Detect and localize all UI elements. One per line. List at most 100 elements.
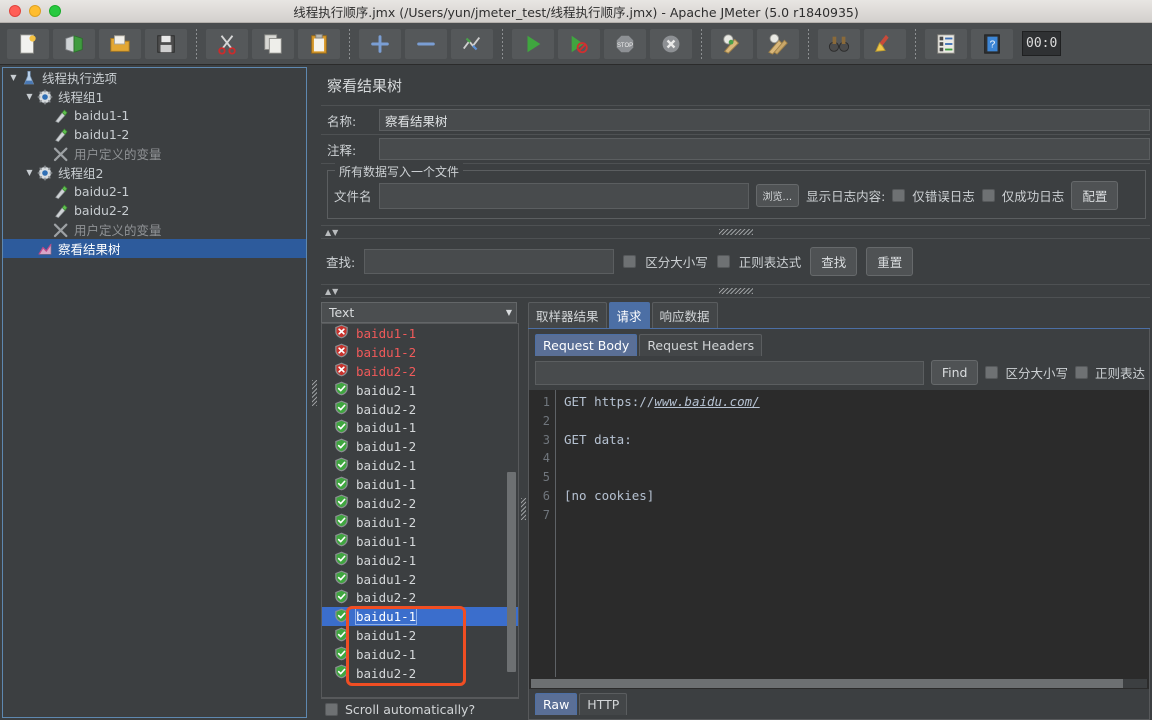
results-splitter[interactable] (519, 298, 528, 720)
save-disk-icon[interactable] (144, 27, 188, 60)
scroll-automatically-row[interactable]: Scroll automatically? (321, 698, 519, 720)
clear-broom-icon[interactable] (710, 27, 754, 60)
result-item-12[interactable]: baidu2-1 (322, 551, 518, 570)
raw-tab-0[interactable]: Raw (535, 693, 578, 715)
result-detail-tabs[interactable]: 取样器结果 请求 响应数据 (528, 298, 1150, 329)
result-item-7[interactable]: baidu2-1 (322, 456, 518, 475)
errors-only-checkbox[interactable] (892, 189, 906, 202)
play-no-pause-icon[interactable] (557, 27, 601, 60)
play-green-icon[interactable] (511, 27, 555, 60)
search-case-sensitive-checkbox[interactable] (623, 255, 637, 268)
binoculars-icon[interactable] (817, 27, 861, 60)
search-find-button[interactable]: 查找 (810, 247, 858, 276)
result-item-16[interactable]: baidu1-2 (322, 626, 518, 645)
result-tab-1[interactable]: 请求 (608, 302, 650, 328)
result-item-0[interactable]: baidu1-1 (322, 324, 518, 343)
editor-horizontal-scrollbar[interactable] (529, 677, 1149, 689)
templates-icon[interactable] (52, 27, 96, 60)
chevron-down-icon[interactable]: ▼ (506, 308, 512, 317)
result-item-14[interactable]: baidu2-2 (322, 588, 518, 607)
stop-sign-icon[interactable]: STOP (603, 27, 647, 60)
collapse-strip-lower[interactable]: ▲▼ (321, 284, 1150, 298)
result-item-8[interactable]: baidu1-1 (322, 475, 518, 494)
tree-splitter[interactable] (307, 65, 321, 720)
main-toolbar[interactable]: STOP ? 00:0 (0, 23, 1152, 65)
success-only-checkbox[interactable] (981, 189, 995, 202)
window-controls[interactable] (0, 5, 61, 17)
result-item-18[interactable]: baidu2-2 (322, 664, 518, 683)
results-list-scrollbar[interactable] (507, 472, 516, 672)
tree-item-1[interactable]: ▼ 线程组1 (3, 87, 306, 106)
tree-item-4[interactable]: 用户定义的变量 (3, 144, 306, 163)
search-input[interactable] (364, 249, 615, 274)
scroll-automatically-checkbox[interactable] (325, 703, 338, 716)
minimize-window-button[interactable] (29, 5, 41, 17)
result-item-2[interactable]: baidu2-2 (322, 362, 518, 381)
result-item-15[interactable]: baidu1-1 (322, 607, 518, 627)
clipboard-icon[interactable] (297, 27, 341, 60)
new-file-icon[interactable] (6, 27, 50, 60)
result-item-6[interactable]: baidu1-2 (322, 437, 518, 456)
editor-regex-checkbox[interactable] (1074, 366, 1088, 379)
shutdown-x-icon[interactable] (649, 27, 693, 60)
result-tab-2[interactable]: 响应数据 (651, 302, 718, 328)
result-tab-0[interactable]: 取样器结果 (528, 302, 607, 328)
result-item-11[interactable]: baidu1-1 (322, 532, 518, 551)
toggle-pencil-icon[interactable] (450, 27, 494, 60)
tree-twisty-icon[interactable]: ▼ (7, 73, 20, 82)
function-list-icon[interactable] (924, 27, 968, 60)
collapse-arrows-icon[interactable]: ▲▼ (321, 228, 339, 237)
request-code-editor[interactable]: 1 2 3 4 5 6 7 GET https://www.baidu.com/ GET d… (529, 390, 1149, 677)
editor-find-input[interactable] (535, 360, 924, 385)
tree-twisty-icon[interactable]: ▼ (23, 92, 36, 101)
result-item-10[interactable]: baidu1-2 (322, 513, 518, 532)
raw-http-tabs[interactable]: Raw HTTP (529, 689, 1149, 719)
result-item-1[interactable]: baidu1-2 (322, 343, 518, 362)
plus-icon[interactable] (358, 27, 402, 60)
request-sub-tabs[interactable]: Request Body Request Headers (529, 329, 1149, 356)
tree-item-5[interactable]: ▼ 线程组2 (3, 163, 306, 182)
editor-case-sensitive-checkbox[interactable] (985, 366, 999, 379)
url-link[interactable]: www.baidu.com/ (654, 394, 759, 409)
result-item-5[interactable]: baidu1-1 (322, 418, 518, 437)
renderer-select[interactable]: Text ▼ (321, 302, 517, 323)
tree-item-7[interactable]: baidu2-2 (3, 201, 306, 220)
maximize-window-button[interactable] (49, 5, 61, 17)
scroll-thumb[interactable] (531, 678, 1123, 688)
configure-button[interactable]: 配置 (1071, 181, 1119, 210)
test-plan-tree[interactable]: ▼ 线程执行选项 ▼ 线程组1 baidu1-1 baidu1-2 用户定义的变量 ▼ 线程组2… (2, 67, 307, 718)
copy-icon[interactable] (251, 27, 295, 60)
comment-input[interactable] (379, 138, 1150, 160)
result-item-4[interactable]: baidu2-2 (322, 400, 518, 419)
close-window-button[interactable] (9, 5, 21, 17)
tree-item-0[interactable]: ▼ 线程执行选项 (3, 68, 306, 87)
minus-icon[interactable] (404, 27, 448, 60)
filename-input[interactable] (378, 182, 749, 209)
request-tab-0[interactable]: Request Body (535, 334, 638, 356)
collapse-arrows-icon[interactable]: ▲▼ (321, 287, 339, 296)
tree-item-8[interactable]: 用户定义的变量 (3, 220, 306, 239)
search-reset-button[interactable]: 重置 (866, 247, 914, 276)
search-regex-checkbox[interactable] (716, 255, 730, 268)
scissors-icon[interactable] (205, 27, 249, 60)
tree-twisty-icon[interactable]: ▼ (23, 168, 36, 177)
editor-code-content[interactable]: GET https://www.baidu.com/ GET data: [no… (555, 390, 1149, 677)
results-list[interactable]: baidu1-1 baidu1-2 baidu2-2 baidu2-1 baidu2-2… (321, 323, 519, 698)
request-tab-1[interactable]: Request Headers (639, 334, 763, 356)
collapse-strip-upper[interactable]: ▲▼ (321, 225, 1150, 239)
tree-item-3[interactable]: baidu1-2 (3, 125, 306, 144)
name-input[interactable] (379, 109, 1150, 131)
raw-tab-1[interactable]: HTTP (579, 693, 628, 715)
help-book-icon[interactable]: ? (970, 27, 1014, 60)
result-item-13[interactable]: baidu1-2 (322, 570, 518, 589)
result-item-9[interactable]: baidu2-2 (322, 494, 518, 513)
result-item-3[interactable]: baidu2-1 (322, 381, 518, 400)
tree-item-2[interactable]: baidu1-1 (3, 106, 306, 125)
result-item-17[interactable]: baidu2-1 (322, 645, 518, 664)
open-folder-icon[interactable] (98, 27, 142, 60)
clear-all-broom-icon[interactable] (756, 27, 800, 60)
tree-item-9[interactable]: 察看结果树 (3, 239, 306, 258)
editor-find-button[interactable]: Find (930, 360, 979, 385)
browse-button[interactable]: 浏览... (755, 184, 800, 207)
broom-icon[interactable] (863, 27, 907, 60)
